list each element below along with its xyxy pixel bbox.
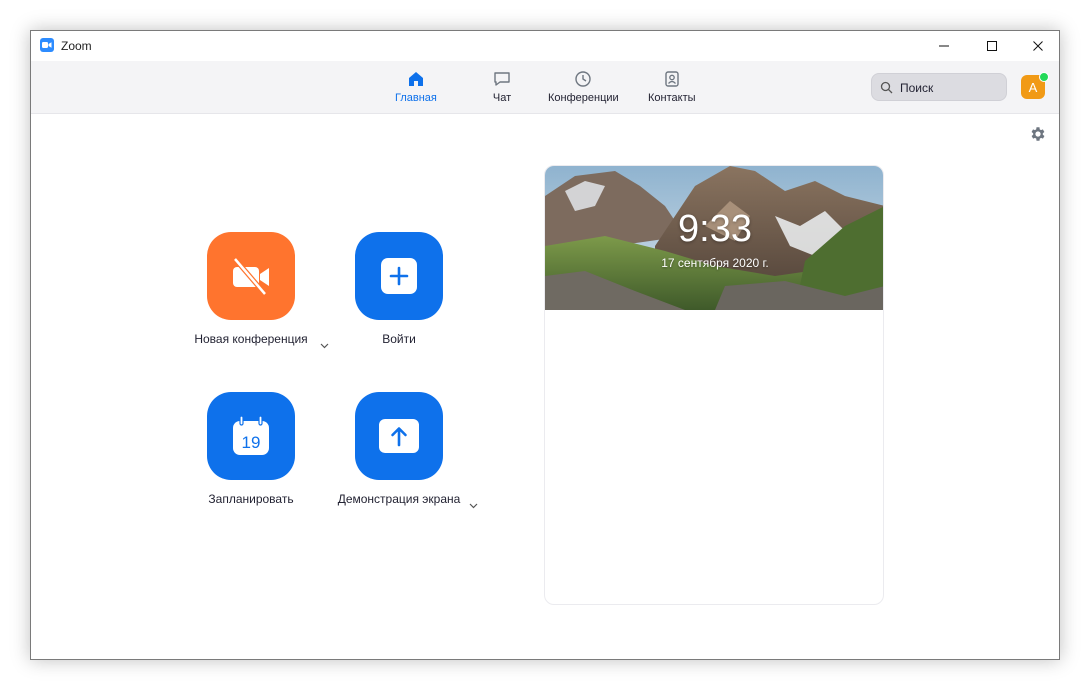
- share-screen-dropdown[interactable]: [469, 496, 478, 514]
- tab-meetings-label: Конференции: [548, 92, 619, 104]
- maximize-icon: [987, 41, 997, 51]
- zoom-logo-icon: [40, 38, 54, 52]
- chevron-down-icon: [320, 343, 329, 349]
- tab-contacts-label: Контакты: [648, 92, 696, 104]
- contacts-icon: [665, 71, 679, 87]
- zoom-window: Zoom Главная Чат Конференции Контакты По…: [30, 30, 1060, 660]
- clock-icon: [575, 71, 592, 87]
- share-screen-label: Демонстрация экрана: [337, 492, 461, 506]
- plus-icon: [381, 258, 417, 294]
- settings-button[interactable]: [1029, 125, 1047, 148]
- gear-icon: [1031, 127, 1045, 141]
- maximize-button[interactable]: [969, 31, 1015, 61]
- presence-status-dot: [1039, 72, 1049, 82]
- search-box[interactable]: [871, 73, 1007, 101]
- close-button[interactable]: [1015, 31, 1061, 61]
- calendar-day: 19: [242, 433, 261, 452]
- tab-chat-label: Чат: [492, 92, 512, 104]
- share-screen-icon: [379, 419, 419, 453]
- new-meeting-dropdown[interactable]: [320, 336, 329, 354]
- search-icon: [880, 81, 893, 94]
- video-off-icon: [233, 257, 269, 296]
- schedule-button[interactable]: 19: [207, 392, 295, 480]
- search-input[interactable]: [898, 78, 1002, 98]
- upcoming-meetings-panel: 9:33 17 сентября 2020 г.: [544, 165, 884, 605]
- title-bar: Zoom: [31, 31, 1059, 61]
- tab-home-label: Главная: [395, 92, 437, 104]
- top-navigation: Главная Чат Конференции Контакты A: [31, 61, 1059, 114]
- close-icon: [1033, 41, 1043, 51]
- tab-chat[interactable]: Чат: [492, 69, 512, 104]
- clock-time: 9:33: [678, 208, 752, 250]
- home-icon: [408, 72, 423, 86]
- tab-contacts[interactable]: Контакты: [648, 69, 696, 104]
- join-label: Войти: [382, 332, 416, 346]
- minimize-icon: [939, 45, 949, 47]
- share-screen-button[interactable]: [355, 392, 443, 480]
- schedule-label: Запланировать: [208, 492, 294, 506]
- new-meeting-label: Новая конференция: [194, 332, 308, 346]
- join-button[interactable]: [355, 232, 443, 320]
- window-title: Zoom: [61, 39, 92, 53]
- chevron-down-icon: [469, 503, 478, 509]
- tab-home[interactable]: Главная: [395, 69, 437, 104]
- tab-meetings[interactable]: Конференции: [548, 69, 619, 104]
- minimize-button[interactable]: [921, 31, 967, 61]
- chat-icon: [494, 72, 510, 86]
- clock-date: 17 сентября 2020 г.: [661, 256, 769, 270]
- calendar-icon: 19: [233, 415, 269, 455]
- new-meeting-button[interactable]: [207, 232, 295, 320]
